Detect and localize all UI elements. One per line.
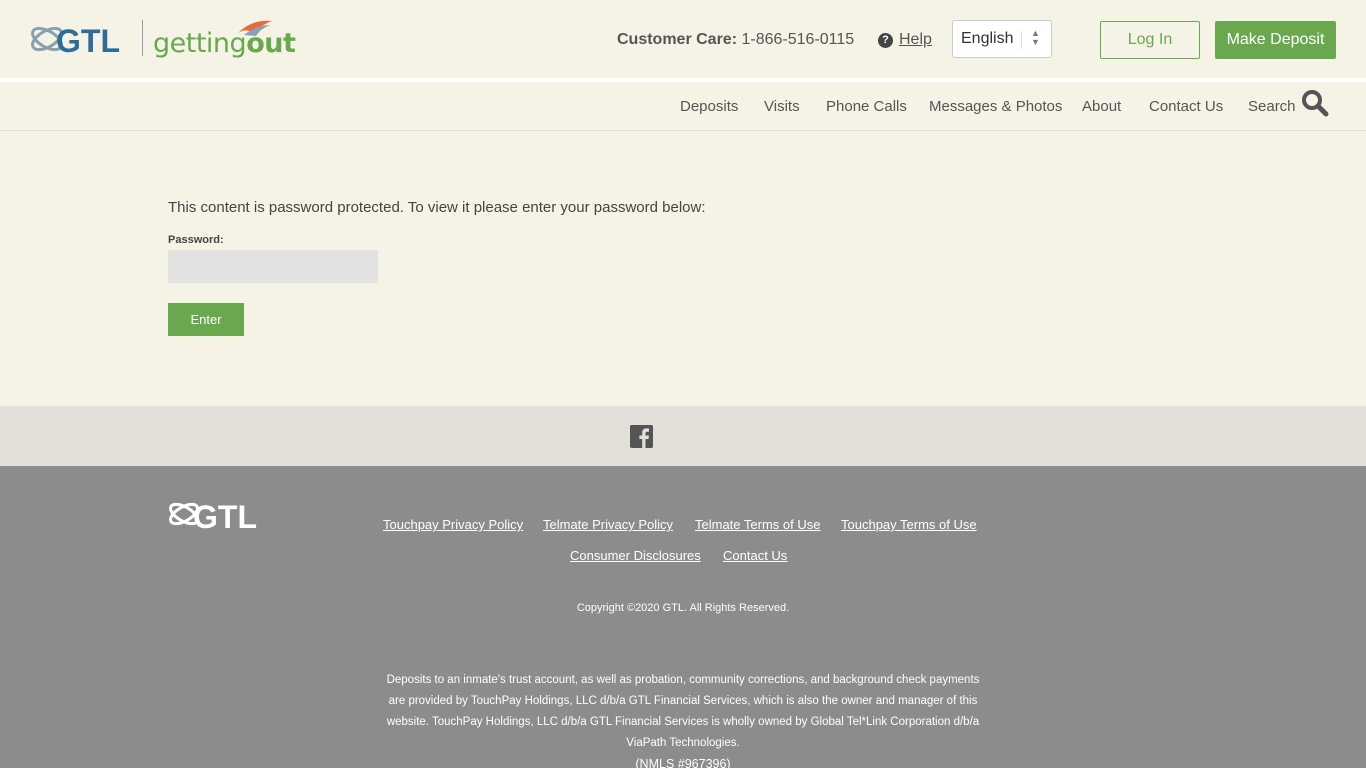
help-icon: ? <box>878 32 893 48</box>
language-selected-value: English <box>961 30 1014 47</box>
nav-item-phone-calls[interactable]: Phone Calls <box>826 98 907 115</box>
nav-item-about[interactable]: About <box>1082 98 1121 115</box>
gtl-logo[interactable]: GTL <box>30 18 132 60</box>
top-header: GTL gettingout Customer Care: 1-866-516-… <box>0 0 1366 78</box>
footer-link-contact-us[interactable]: Contact Us <box>723 548 787 563</box>
help-label: Help <box>899 31 932 48</box>
logo-divider <box>142 20 143 56</box>
language-select-divider <box>1021 31 1022 49</box>
customer-care: Customer Care: 1-866-516-0115 <box>617 31 854 49</box>
copyright-text: Copyright ©2020 GTL. All Rights Reserved… <box>576 602 790 614</box>
select-arrows-icon: ▲ ▼ <box>1031 28 1040 47</box>
footer-link-telmate-privacy[interactable]: Telmate Privacy Policy <box>543 517 673 532</box>
language-select[interactable]: English ▲ ▼ <box>952 20 1052 58</box>
disclaimer: Deposits to an inmate's trust account, a… <box>383 670 983 768</box>
customer-care-label: Customer Care: <box>617 31 738 48</box>
nav-item-search[interactable]: Search <box>1248 98 1296 115</box>
social-strip <box>0 406 1366 466</box>
enter-button[interactable]: Enter <box>168 303 244 336</box>
search-icon[interactable] <box>1301 89 1329 117</box>
password-protected-message: This content is password protected. To v… <box>168 199 706 216</box>
password-input[interactable] <box>168 250 378 283</box>
nmls-number: (NMLS #967396) <box>635 757 731 768</box>
nav-item-messages-photos[interactable]: Messages & Photos <box>929 98 1062 115</box>
facebook-icon[interactable] <box>630 425 653 448</box>
nav-item-visits[interactable]: Visits <box>764 98 800 115</box>
svg-text:GTL: GTL <box>193 499 257 534</box>
footer: GTL Touchpay Privacy Policy Telmate Priv… <box>0 466 1366 768</box>
disclaimer-text: Deposits to an inmate's trust account, a… <box>386 674 980 749</box>
login-button[interactable]: Log In <box>1100 21 1200 59</box>
footer-link-touchpay-terms[interactable]: Touchpay Terms of Use <box>841 517 977 532</box>
footer-gtl-logo[interactable]: GTL <box>168 494 274 534</box>
make-deposit-button[interactable]: Make Deposit <box>1215 21 1336 59</box>
footer-link-consumer-disclosures[interactable]: Consumer Disclosures <box>570 548 701 563</box>
nav-item-deposits[interactable]: Deposits <box>680 98 738 115</box>
gettingout-mark-icon <box>238 20 272 36</box>
main-nav: Deposits Visits Phone Calls Messages & P… <box>0 82 1366 131</box>
footer-link-telmate-terms[interactable]: Telmate Terms of Use <box>695 517 820 532</box>
gettingout-logo[interactable]: gettingout <box>153 28 296 59</box>
svg-text:GTL: GTL <box>56 23 120 59</box>
customer-care-phone[interactable]: 1-866-516-0115 <box>741 31 854 48</box>
footer-link-touchpay-privacy[interactable]: Touchpay Privacy Policy <box>383 517 523 532</box>
nav-item-contact-us[interactable]: Contact Us <box>1149 98 1223 115</box>
password-label: Password: <box>168 234 224 246</box>
help-link[interactable]: ? Help <box>878 31 932 49</box>
